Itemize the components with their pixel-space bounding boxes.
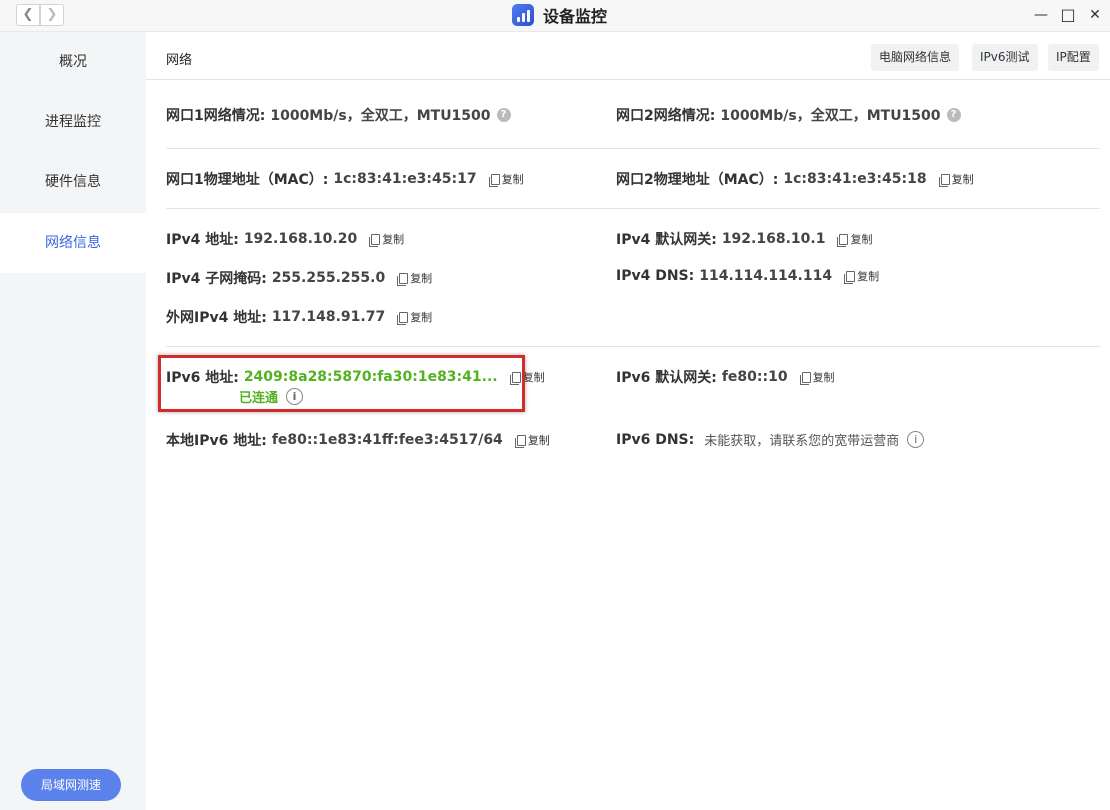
port1-mac-value: 1c:83:41:e3:45:17 — [333, 171, 477, 187]
copy-button[interactable]: 复制 — [844, 268, 879, 284]
sidebar-item-hardware-info[interactable]: 硬件信息 — [0, 152, 146, 212]
ipv4-address-value: 192.168.10.20 — [243, 231, 358, 247]
port2-status-label: 网口2网络情况: — [616, 108, 716, 124]
ipv4-address-label: IPv4 地址: — [166, 232, 239, 248]
port1-mac-label: 网口1物理地址（MAC）: — [166, 172, 329, 188]
divider — [166, 148, 1100, 149]
divider — [146, 79, 1110, 80]
ipv4-address-row: IPv4 地址: 192.168.10.20 复制 — [166, 229, 404, 249]
copy-button[interactable]: 复制 — [799, 369, 835, 385]
copy-icon — [837, 233, 849, 247]
sidebar-item-network-info[interactable]: 网络信息 — [0, 213, 146, 273]
divider — [166, 346, 1100, 347]
title-bar: ❮ ❯ 设备监控 — □ ✕ — [0, 0, 1110, 32]
ipv4-dns-label: IPv4 DNS: — [616, 268, 695, 284]
copy-button[interactable]: 复制 — [938, 171, 974, 187]
port2-status-value: 1000Mb/s，全双工，MTU1500 — [720, 108, 941, 124]
ipv4-mask-value: 255.255.255.0 — [271, 270, 386, 286]
local-ipv6-value: fe80::1e83:41ff:fee3:4517/64 — [271, 432, 503, 448]
ipv4-gateway-value: 192.168.10.1 — [721, 231, 826, 247]
ipv6-gateway-row: IPv6 默认网关: fe80::10 复制 — [616, 367, 835, 387]
help-icon[interactable]: ? — [946, 108, 961, 122]
ipv4-gateway-row: IPv4 默认网关: 192.168.10.1 复制 — [616, 229, 872, 249]
local-ipv6-label: 本地IPv6 地址: — [166, 433, 267, 449]
port2-mac-label: 网口2物理地址（MAC）: — [616, 172, 779, 188]
port1-status-row: 网口1网络情况: 1000Mb/s，全双工，MTU1500 ? — [166, 105, 511, 125]
page-title: 网络 — [166, 53, 193, 68]
port2-mac-row: 网口2物理地址（MAC）: 1c:83:41:e3:45:18 复制 — [616, 169, 974, 189]
ipv6-dns-label: IPv6 DNS: — [616, 431, 695, 448]
ip-config-button[interactable]: IP配置 — [1048, 44, 1099, 71]
copy-icon — [488, 173, 500, 187]
sidebar-item-process-monitor[interactable]: 进程监控 — [0, 92, 146, 152]
chart-app-icon — [512, 4, 534, 26]
ipv6-gateway-value: fe80::10 — [721, 369, 788, 385]
port1-mac-row: 网口1物理地址（MAC）: 1c:83:41:e3:45:17 复制 — [166, 169, 524, 189]
copy-icon — [397, 272, 409, 286]
help-icon[interactable]: ? — [496, 108, 511, 122]
ipv6-test-button[interactable]: IPv6测试 — [972, 44, 1038, 71]
main-panel: 网络 电脑网络信息 IPv6测试 IP配置 网口1网络情况: 1000Mb/s，… — [146, 32, 1110, 810]
copy-icon — [938, 173, 950, 187]
lan-speed-test-button[interactable]: 局域网测速 — [21, 769, 121, 801]
ipv4-dns-row: IPv4 DNS: 114.114.114.114 复制 — [616, 268, 879, 284]
maximize-icon[interactable]: □ — [1059, 6, 1077, 24]
copy-button[interactable]: 复制 — [369, 231, 404, 247]
port1-status-value: 1000Mb/s，全双工，MTU1500 — [270, 108, 491, 124]
copy-button[interactable]: 复制 — [488, 171, 524, 187]
app-title: 设备监控 — [512, 3, 607, 27]
public-ipv4-label: 外网IPv4 地址: — [166, 310, 267, 326]
minimize-icon[interactable]: — — [1032, 6, 1050, 24]
sidebar-item-overview[interactable]: 概况 — [0, 32, 146, 92]
ipv6-gateway-label: IPv6 默认网关: — [616, 370, 717, 386]
ipv6-dns-value: 未能获取，请联系您的宽带运营商 — [704, 434, 900, 449]
ipv4-mask-label: IPv4 子网掩码: — [166, 271, 267, 287]
copy-button[interactable]: 复制 — [514, 432, 550, 448]
close-icon[interactable]: ✕ — [1086, 6, 1104, 24]
local-ipv6-row: 本地IPv6 地址: fe80::1e83:41ff:fee3:4517/64 … — [166, 430, 550, 450]
copy-button[interactable]: 复制 — [397, 270, 432, 286]
port1-status-label: 网口1网络情况: — [166, 108, 266, 124]
ipv4-gateway-label: IPv4 默认网关: — [616, 232, 717, 248]
ipv4-dns-value: 114.114.114.114 — [699, 268, 833, 284]
copy-icon — [844, 270, 856, 284]
ipv6-dns-row: IPv6 DNS: 未能获取，请联系您的宽带运营商 i — [616, 430, 925, 449]
public-ipv4-value: 117.148.91.77 — [271, 309, 386, 325]
forward-button[interactable]: ❯ — [40, 4, 64, 26]
back-button[interactable]: ❮ — [16, 4, 40, 26]
public-ipv4-row: 外网IPv4 地址: 117.148.91.77 复制 — [166, 307, 432, 327]
pc-network-info-button[interactable]: 电脑网络信息 — [871, 44, 960, 71]
port2-status-row: 网口2网络情况: 1000Mb/s，全双工，MTU1500 ? — [616, 105, 961, 125]
ipv4-mask-row: IPv4 子网掩码: 255.255.255.0 复制 — [166, 268, 432, 288]
port2-mac-value: 1c:83:41:e3:45:18 — [783, 171, 927, 187]
copy-button[interactable]: 复制 — [837, 231, 872, 247]
copy-icon — [369, 233, 381, 247]
info-icon[interactable]: i — [907, 431, 925, 448]
sidebar: 概况 进程监控 硬件信息 网络信息 局域网测速 — [0, 32, 146, 810]
divider — [166, 208, 1100, 209]
copy-button[interactable]: 复制 — [397, 309, 432, 325]
copy-icon — [397, 311, 409, 325]
window-title: 设备监控 — [543, 7, 608, 26]
copy-icon — [799, 371, 811, 385]
copy-icon — [514, 434, 526, 448]
highlight-annotation-box — [158, 355, 525, 412]
